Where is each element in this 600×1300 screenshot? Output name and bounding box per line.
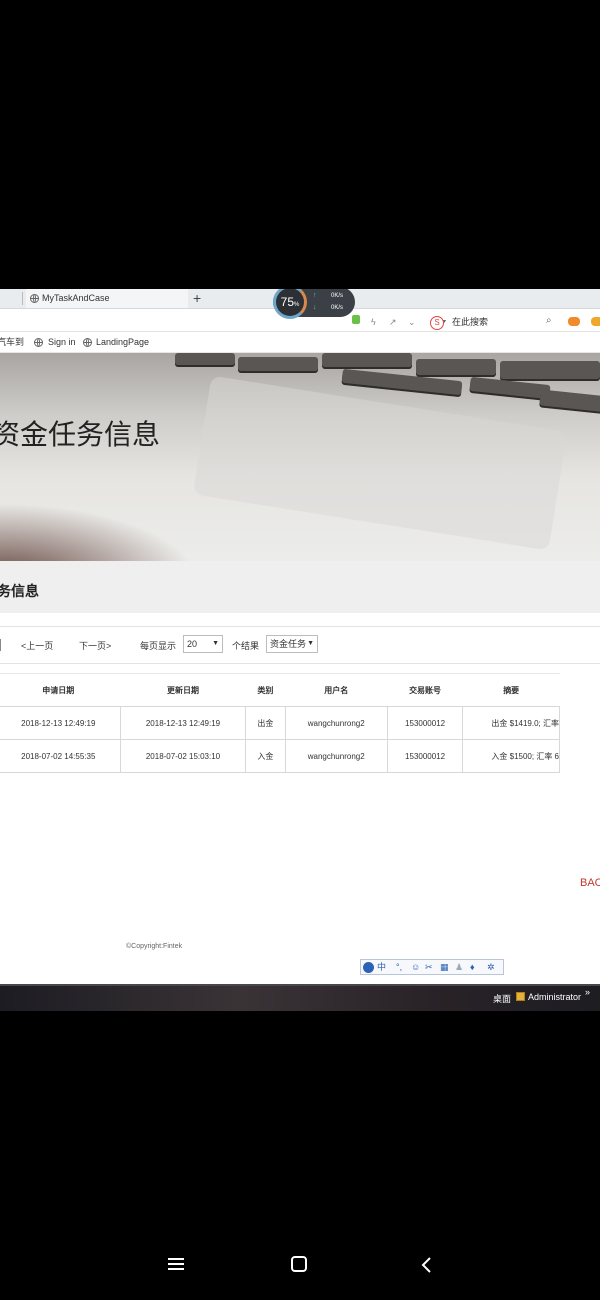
emoji-icon[interactable]: ☺ [411,962,420,973]
skin-icon[interactable]: ♦ [470,962,475,973]
table-cell: 153000012 [386,706,464,740]
bookmarks-bar: 汽车到 Sign in LandingPage [0,332,600,353]
table-cell: wangchunrong2 [284,739,388,773]
share-icon[interactable]: ↗ [389,317,397,328]
pagination-bar: <上一页 下一页> 每页显示 20 ▼ 个结果 资金任务 ▼ [0,626,600,664]
type-value: 资金任务 [270,639,307,649]
keyboard-key [322,353,412,367]
speed-percent-unit: % [294,302,300,308]
extension-icon[interactable] [352,315,360,324]
pager-edge [0,639,1,651]
bookmark-landingpage[interactable]: LandingPage [96,337,149,347]
user-icon[interactable]: ♟ [455,962,463,973]
table-cell: 2018-07-02 15:03:10 [119,739,247,773]
upload-speed: 0K/s [331,293,344,299]
header-account[interactable]: 交易账号 [387,673,463,707]
prev-page-link[interactable]: <上一页 [21,641,53,651]
chevron-down-icon: ▼ [212,640,219,647]
upload-arrow-icon: ↑ [313,292,317,299]
table-cell: 出金 [245,706,286,740]
new-tab-button[interactable]: + [193,289,201,307]
laptop-touchpad [192,375,568,551]
keyboard-icon[interactable]: ▦ [440,962,449,973]
folder-icon [516,992,525,1001]
extension-icon-2[interactable] [591,317,600,326]
table-cell: 2018-12-13 12:49:19 [0,706,121,740]
download-arrow-icon: ↓ [313,304,317,311]
windows-taskbar: 桌面 Administrator » [0,984,600,1011]
table-row[interactable]: 2018-07-02 14:55:35 2018-07-02 15:03:10 … [0,739,560,773]
tab-title: MyTaskAndCase [42,293,110,303]
back-arrow-icon [421,1257,431,1273]
settings-icon[interactable]: ✲ [487,962,495,973]
recent-apps-button[interactable] [168,1257,184,1271]
back-button[interactable] [420,1257,434,1273]
lightning-icon[interactable]: ϟ [371,317,376,327]
header-username[interactable]: 用户名 [285,673,388,707]
keyboard-key [539,389,600,413]
keyboard-key [469,376,551,400]
bookmark-sign-in[interactable]: Sign in [48,337,76,347]
table-cell: 2018-07-02 14:55:35 [0,739,121,773]
scissors-icon[interactable]: ✂ [425,962,433,973]
per-page-label: 每页显示 [140,641,177,651]
search-engine-icon[interactable]: S [430,316,444,330]
table-cell: 入金 [245,739,286,773]
ime-toolbar[interactable]: 中 °, ☺ ✂ ▦ ♟ ♦ ✲ [360,959,504,975]
taskbar-more-icon[interactable]: » [585,987,590,997]
table-cell: 153000012 [386,739,464,773]
globe-icon [83,338,92,347]
header-update-date[interactable]: 更新日期 [120,673,246,707]
copyright-text: ©Copyright:Fintek [126,943,183,950]
hero-shadow [0,503,200,561]
search-box[interactable]: S ▾ 在此搜索 ⌕ [428,315,560,330]
tab-mytaskandcase[interactable]: MyTaskAndCase [26,289,188,308]
section-title: 务信息 [0,583,39,599]
keyboard-key [500,361,600,379]
home-button[interactable] [291,1256,307,1272]
table-cell: wangchunrong2 [284,706,388,740]
hero-banner: 资金任务信息 [0,353,600,561]
table-row[interactable]: 2018-12-13 12:49:19 2018-12-13 12:49:19 … [0,706,560,740]
ime-mode[interactable]: 中 [377,962,386,973]
keyboard-key [416,359,496,375]
game-icon[interactable] [568,317,580,326]
keyboard-key [175,353,235,365]
chevron-down-icon[interactable]: ⌄ [408,317,416,328]
ime-logo-icon[interactable] [363,962,374,973]
page-title: 资金任务信息 [0,418,161,451]
globe-icon [30,294,39,303]
search-icon[interactable]: ⌕ [546,315,552,326]
administrator-toolbar-label[interactable]: Administrator [528,992,581,1002]
keyboard-key [238,357,318,371]
desktop-toolbar-label[interactable]: 桌面 [493,994,511,1004]
speed-gauge: 75% [273,289,307,319]
speed-widget[interactable]: 75% ↑ 0K/s ↓ 0K/s [273,289,355,319]
header-apply-date[interactable]: 申请日期 [0,673,121,707]
screen-area: MyTaskAndCase + 75% ↑ 0K/s ↓ 0K/s ϟ ↗ ⌄ … [0,289,600,1011]
table-cell: 2018-12-13 12:49:19 [119,706,247,740]
globe-icon [34,338,43,347]
next-page-link[interactable]: 下一页> [79,641,111,651]
speed-percent: 75 [280,295,294,309]
section-band [0,561,600,613]
table-cell: 出金 $1419.0; 汇率 [462,706,560,740]
engine-dropdown-icon[interactable]: ▾ [443,318,446,325]
fund-task-table: 申请日期 更新日期 类别 用户名 交易账号 摘要 2018-12-13 12:4… [0,673,560,773]
download-speed: 0K/s [331,305,344,311]
chevron-down-icon: ▼ [307,640,314,647]
bookmark-car[interactable]: 汽车到 [0,337,24,347]
per-page-value: 20 [187,639,198,649]
per-page-select[interactable]: 20 ▼ [183,635,223,653]
table-cell: 入金 $1500; 汇率 6 [462,739,560,773]
header-summary[interactable]: 摘要 [462,673,560,707]
table-header-row: 申请日期 更新日期 类别 用户名 交易账号 摘要 [0,673,560,707]
back-link[interactable]: BAC [580,877,600,889]
results-label: 个结果 [232,641,260,651]
search-input[interactable]: 在此搜索 [452,316,488,328]
tab-separator [22,292,23,305]
punctuation-icon[interactable]: °, [396,962,402,973]
header-category[interactable]: 类别 [245,673,286,707]
type-select[interactable]: 资金任务 ▼ [266,635,318,653]
